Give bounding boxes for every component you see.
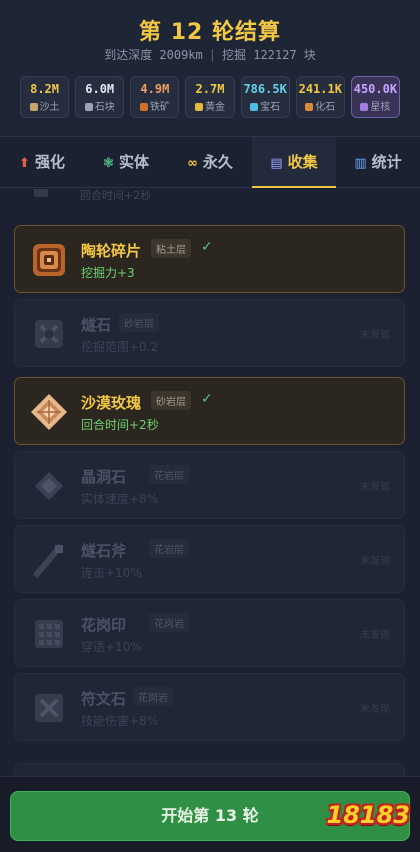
tab-entity[interactable]: ❃ 实体 xyxy=(84,137,168,187)
fossil-icon xyxy=(305,103,314,111)
tab-stats[interactable]: ▥ 统计 xyxy=(336,137,420,187)
layer-badge: 砂岩层 xyxy=(151,391,191,410)
collection-item[interactable]: 晶洞石 花岩层 实体速度+8% 未发现 xyxy=(14,451,405,519)
watermark-logo: 18183 xyxy=(326,801,411,829)
collection-item[interactable]: 燧石斧 花岩层 连击+10% 未发现 xyxy=(14,525,405,593)
tab-label: 永久 xyxy=(202,153,233,171)
resource-iron: 4.9M 铁矿 xyxy=(130,76,180,118)
item-name: 晶洞石 xyxy=(81,468,127,486)
tab-permanent[interactable]: ∞ 永久 xyxy=(168,137,252,187)
item-effect: 技能伤害+8% xyxy=(81,714,159,728)
sand-icon xyxy=(29,103,38,111)
round-title: 第 12 轮结算 xyxy=(139,20,281,45)
resource-sand: 8.2M 沙土 xyxy=(20,76,70,118)
seal-icon xyxy=(35,620,63,648)
item-effect: 穿透+10% xyxy=(81,640,142,654)
item-name: 燧石 xyxy=(81,316,112,334)
resource-value: 786.5K xyxy=(243,82,287,96)
resource-gold: 2.7M 黄金 xyxy=(185,76,235,118)
resource-label: 铁矿 xyxy=(149,102,170,113)
bottom-bar: 开始第 13 轮 18183 xyxy=(0,776,420,852)
collection-item[interactable]: 陶轮碎片 粘土层 ✓ 挖掘力+3 xyxy=(14,225,405,293)
layer-badge: 粘土层 xyxy=(151,239,191,258)
item-effect: 挖掘力+3 xyxy=(81,266,135,280)
item-name: 燧石斧 xyxy=(81,542,127,560)
undiscovered-label: 未发现 xyxy=(360,556,390,567)
item-name: 花岗印 xyxy=(81,616,127,634)
resource-value: 6.0M xyxy=(85,82,115,96)
flint-icon xyxy=(35,320,63,348)
bar-chart-icon: ▥ xyxy=(354,156,367,171)
tab-bar: ⬆ 强化 ❃ 实体 ∞ 永久 ▤ 收集 ▥ 统计 xyxy=(0,136,420,188)
arrow-up-icon: ⬆ xyxy=(19,156,30,171)
layer-badge: 花岩层 xyxy=(149,465,189,484)
undiscovered-label: 未发现 xyxy=(360,330,390,341)
rune-icon xyxy=(35,694,63,722)
mined-label: 挖掘 122127 块 xyxy=(222,48,316,62)
gem-icon xyxy=(250,103,259,111)
resource-value: 450.0K xyxy=(353,82,398,96)
item-effect: 实体速度+8% xyxy=(81,492,159,506)
tab-label: 实体 xyxy=(118,153,149,171)
layer-badge: 砂岩层 xyxy=(119,313,159,332)
resource-gem: 786.5K 宝石 xyxy=(240,76,290,118)
resource-value: 2.7M xyxy=(195,82,225,96)
resource-value: 241.1K xyxy=(298,82,342,96)
resource-label: 石块 xyxy=(94,102,115,113)
book-icon: ▤ xyxy=(270,156,283,171)
tab-label: 收集 xyxy=(287,153,318,171)
resource-label: 黄金 xyxy=(204,102,225,113)
starcore-icon xyxy=(360,103,369,111)
gear-icon: ❃ xyxy=(103,156,114,171)
check-icon: ✓ xyxy=(201,239,213,255)
resource-label: 宝石 xyxy=(260,102,281,113)
partial-item-effect: 回合时间+2秒 xyxy=(80,189,152,202)
item-name: 沙漠玫瑰 xyxy=(81,394,142,412)
undiscovered-label: 未发现 xyxy=(360,630,390,641)
layer-badge: 花岗岩 xyxy=(149,613,189,632)
resource-starcore: 450.0K 星核 xyxy=(350,76,400,118)
collection-item[interactable]: 沙漠玫瑰 砂岩层 ✓ 回合时间+2秒 xyxy=(14,377,405,445)
item-name: 符文石 xyxy=(81,690,127,708)
resource-label: 沙土 xyxy=(39,102,60,113)
collection-item-partial xyxy=(14,763,405,776)
undiscovered-label: 未发现 xyxy=(360,704,390,715)
stone-icon xyxy=(84,103,93,111)
resource-label: 化石 xyxy=(315,102,336,113)
undiscovered-label: 未发现 xyxy=(360,482,390,493)
collection-item[interactable]: 符文石 花岗岩 技能伤害+8% 未发现 xyxy=(14,673,405,741)
partial-item-icon xyxy=(34,189,48,197)
resource-bar: 8.2M 沙土 6.0M 石块 4.9M 铁矿 2.7M 黄金 786.5K 宝… xyxy=(20,76,400,118)
rose-icon xyxy=(31,394,67,430)
resource-value: 8.2M xyxy=(30,82,60,96)
resource-label: 星核 xyxy=(370,102,391,113)
tab-label: 强化 xyxy=(34,153,65,171)
gold-icon xyxy=(194,103,203,111)
axe-icon xyxy=(32,543,64,579)
item-effect: 回合时间+2秒 xyxy=(81,418,159,432)
resource-fossil: 241.1K 化石 xyxy=(295,76,345,118)
ring-icon xyxy=(33,244,65,276)
round-summary: 到达深度 2009km | 挖掘 122127 块 xyxy=(0,46,420,63)
settlement-header: 第 12 轮结算 到达深度 2009km | 挖掘 122127 块 8.2M 沙土… xyxy=(0,0,420,136)
collection-item[interactable]: 燧石 砂岩层 挖掘范围+0.2 未发现 xyxy=(14,299,405,367)
resource-value: 4.9M xyxy=(140,82,170,96)
check-icon: ✓ xyxy=(201,391,213,407)
resource-stone: 6.0M 石块 xyxy=(75,76,125,118)
layer-badge: 花岗岩 xyxy=(133,687,173,706)
layer-badge: 花岩层 xyxy=(149,539,189,558)
iron-icon xyxy=(139,103,148,111)
separator: | xyxy=(208,48,216,62)
depth-label: 到达深度 2009km xyxy=(104,48,203,62)
tab-label: 统计 xyxy=(371,153,402,171)
infinity-icon: ∞ xyxy=(187,156,198,171)
item-effect: 挖掘范围+0.2 xyxy=(81,340,159,354)
item-name: 陶轮碎片 xyxy=(81,242,142,260)
tab-collection[interactable]: ▤ 收集 xyxy=(252,137,336,188)
collection-list[interactable]: 回合时间+2秒 陶轮碎片 粘土层 ✓ 挖掘力+3 燧石 砂岩层 挖掘范围+0.2… xyxy=(0,189,420,776)
geode-icon xyxy=(35,472,63,500)
collection-item[interactable]: 花岗印 花岗岩 穿透+10% 未发现 xyxy=(14,599,405,667)
tab-upgrade[interactable]: ⬆ 强化 xyxy=(0,137,84,187)
item-effect: 连击+10% xyxy=(81,566,142,580)
